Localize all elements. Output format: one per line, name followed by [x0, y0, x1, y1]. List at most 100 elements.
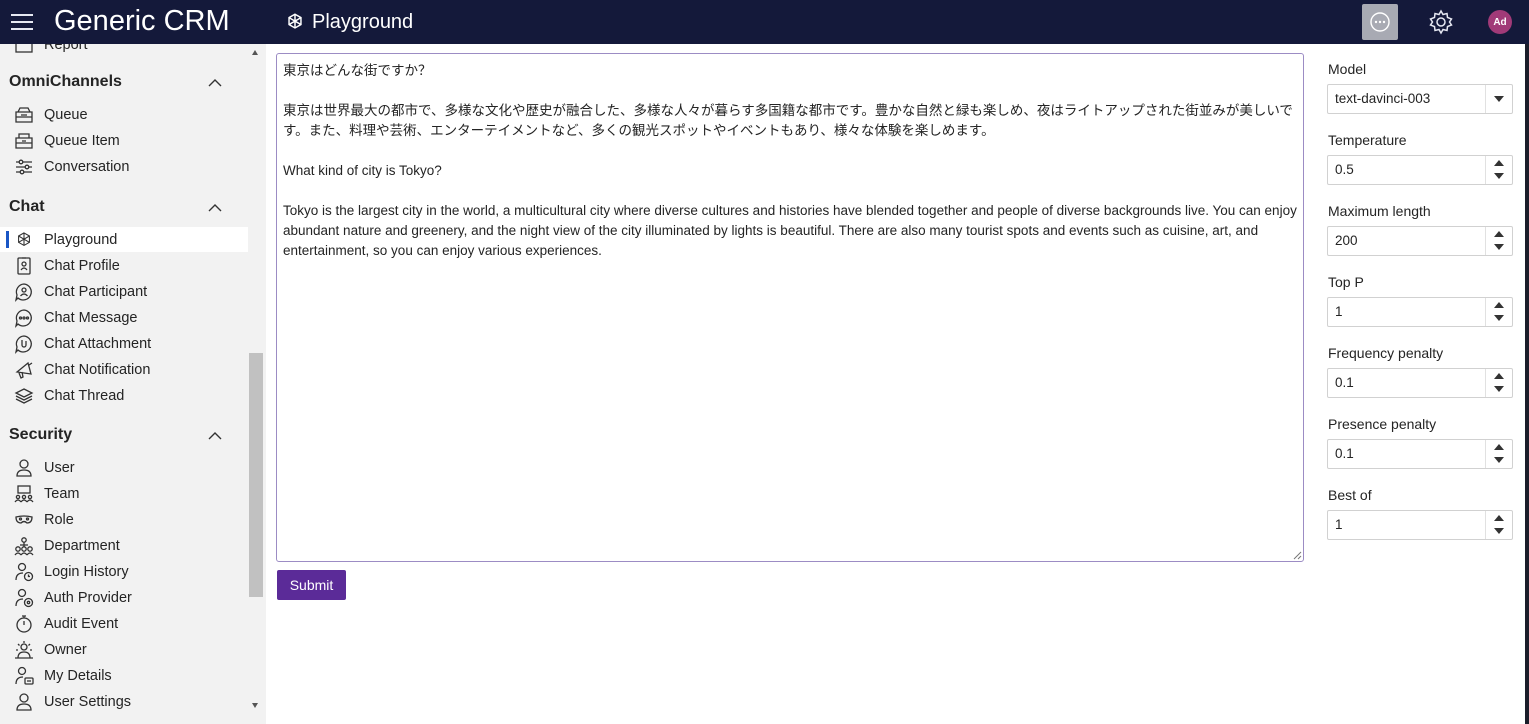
team-icon [14, 485, 34, 503]
id-badge-icon [17, 257, 31, 275]
increment-arrow-icon[interactable] [1486, 298, 1512, 312]
resize-grip-icon[interactable] [1292, 550, 1302, 560]
decrement-arrow-icon[interactable] [1486, 312, 1512, 326]
sidebar-item-department[interactable]: Department [0, 533, 248, 558]
chevron-up-icon [208, 204, 222, 212]
scroll-down-arrow-icon[interactable] [252, 703, 258, 708]
max-length-value: 200 [1335, 233, 1358, 248]
sidebar-item-chat-notification[interactable]: Chat Notification [0, 357, 248, 382]
top-p-input[interactable]: 1 [1327, 297, 1513, 327]
org-chart-icon [14, 537, 34, 556]
decrement-arrow-icon[interactable] [1486, 241, 1512, 255]
sidebar-item-auth-provider[interactable]: Auth Provider [0, 585, 248, 610]
section-label: Security [9, 426, 73, 443]
queue-item-icon [15, 133, 33, 149]
report-icon [15, 44, 33, 53]
sidebar-item-label: Playground [44, 232, 118, 248]
person-settings-icon [16, 693, 32, 711]
decrement-arrow-icon[interactable] [1486, 525, 1512, 539]
select-divider [1485, 85, 1486, 113]
sidebar-item-playground[interactable]: Playground [0, 227, 248, 252]
user-avatar[interactable]: Ad [1488, 10, 1512, 34]
sidebar-item-label: Chat Attachment [44, 336, 152, 352]
increment-arrow-icon[interactable] [1486, 440, 1512, 454]
top-bar: Generic CRM Playground Ad [0, 0, 1529, 44]
frequency-penalty-label: Frequency penalty [1328, 345, 1444, 361]
sidebar-item-label: Role [44, 512, 74, 528]
scroll-up-arrow-icon[interactable] [252, 50, 258, 55]
chat-toggle-button[interactable] [1362, 4, 1398, 40]
sidebar-item-label: User Settings [44, 694, 132, 710]
section-label: Chat [9, 198, 45, 215]
sidebar-item-chat-thread[interactable]: Chat Thread [0, 383, 248, 408]
chat-dots-icon [1370, 12, 1390, 32]
increment-arrow-icon[interactable] [1486, 156, 1512, 170]
sidebar-item-label: Conversation [44, 159, 130, 175]
presence-penalty-input[interactable]: 0.1 [1327, 439, 1513, 469]
stopwatch-icon [16, 615, 32, 633]
chevron-up-icon [208, 79, 222, 87]
sidebar-item-chat-message[interactable]: Chat Message [0, 305, 248, 330]
chevron-up-icon [208, 432, 222, 440]
chevron-down-icon[interactable] [1494, 96, 1504, 102]
section-chat[interactable]: Chat [0, 195, 248, 221]
sidebar-item-chat-profile[interactable]: Chat Profile [0, 253, 248, 278]
sidebar-item-label: Login History [44, 564, 129, 580]
sidebar-item-chat-attachment[interactable]: Chat Attachment [0, 331, 248, 356]
sidebar-item-audit-event[interactable]: Audit Event [0, 611, 248, 636]
temperature-input[interactable]: 0.5 [1327, 155, 1513, 185]
best-of-input[interactable]: 1 [1327, 510, 1513, 540]
sidebar-item-label: Department [44, 538, 120, 554]
model-label: Model [1328, 61, 1367, 77]
sidebar-item-queue-item[interactable]: Queue Item [0, 128, 248, 153]
prompt-textarea[interactable]: 東京はどんな街ですか？ 東京は世界最大の都市で、多様な文化や歴史が融合した、多様… [276, 53, 1304, 562]
top-p-label: Top P [1328, 274, 1364, 290]
sidebar-item-owner[interactable]: Owner [0, 637, 248, 662]
sidebar-item-queue[interactable]: Queue [0, 102, 248, 127]
person-bubble-icon [14, 283, 32, 302]
presence-penalty-value: 0.1 [1335, 446, 1354, 461]
sidebar-item-label: Queue [44, 107, 88, 123]
frequency-penalty-input[interactable]: 0.1 [1327, 368, 1513, 398]
sidebar-item-report[interactable]: Report [0, 44, 248, 57]
increment-arrow-icon[interactable] [1486, 369, 1512, 383]
sidebar-item-label: Chat Thread [44, 388, 125, 404]
model-select-value: text-davinci-003 [1335, 91, 1431, 106]
section-security[interactable]: Security [0, 423, 248, 449]
sidebar-item-conversation[interactable]: Conversation [0, 154, 248, 179]
increment-arrow-icon[interactable] [1486, 511, 1512, 525]
section-omnichannels[interactable]: OmniChannels [0, 70, 248, 96]
sidebar-item-team[interactable]: Team [0, 481, 248, 506]
sidebar-item-label: Auth Provider [44, 590, 132, 606]
prompt-paragraph: 東京は世界最大の都市で、多様な文化や歴史が融合した、多様な人々が暮らす多国籍な都… [283, 103, 1293, 138]
settings-gear-icon[interactable] [1427, 8, 1455, 36]
decrement-arrow-icon[interactable] [1486, 383, 1512, 397]
model-select[interactable]: text-davinci-003 [1327, 84, 1513, 114]
max-length-input[interactable]: 200 [1327, 226, 1513, 256]
decrement-arrow-icon[interactable] [1486, 454, 1512, 468]
sidebar-item-my-details[interactable]: My Details [0, 663, 248, 688]
app-title: Generic CRM [54, 5, 230, 37]
sidebar-scrollbar[interactable] [249, 44, 264, 724]
sidebar-item-user-settings[interactable]: User Settings [0, 689, 248, 714]
frequency-penalty-value: 0.1 [1335, 375, 1354, 390]
sidebar-item-label: Team [44, 486, 80, 502]
hamburger-menu-icon[interactable] [10, 10, 34, 34]
scrollbar-thumb[interactable] [249, 353, 263, 597]
sidebar-item-role[interactable]: Role [0, 507, 248, 532]
sidebar-item-label: Chat Message [44, 310, 138, 326]
sidebar-item-user[interactable]: User [0, 455, 248, 480]
temperature-label: Temperature [1328, 132, 1407, 148]
decrement-arrow-icon[interactable] [1486, 170, 1512, 184]
sidebar-item-label: Owner [44, 642, 87, 658]
prompt-paragraph: What kind of city is Tokyo? [283, 163, 442, 178]
top-p-value: 1 [1335, 304, 1343, 319]
increment-arrow-icon[interactable] [1486, 227, 1512, 241]
openai-icon [18, 232, 30, 247]
sidebar: Report OmniChannels Queue Queue Item Con… [0, 44, 266, 724]
sidebar-item-chat-participant[interactable]: Chat Participant [0, 279, 248, 304]
sidebar-item-label: Chat Notification [44, 362, 151, 378]
chat-attachment-icon [14, 335, 32, 354]
sidebar-item-login-history[interactable]: Login History [0, 559, 248, 584]
submit-button[interactable]: Submit [277, 570, 346, 600]
